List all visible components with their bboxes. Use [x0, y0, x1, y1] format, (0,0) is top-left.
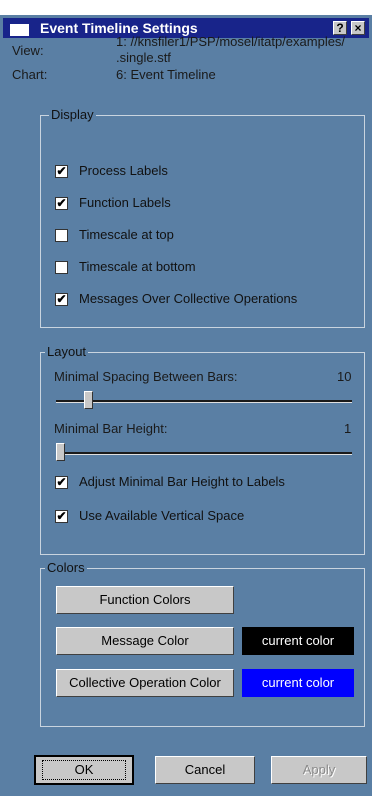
apply-button[interactable]: Apply: [271, 756, 367, 784]
timescale-top-label: Timescale at top: [79, 227, 174, 242]
chart-label: Chart:: [12, 67, 48, 82]
cancel-button[interactable]: Cancel: [155, 756, 255, 784]
function-labels-checkbox[interactable]: ✔: [55, 197, 68, 210]
view-value-line1: 1: //knsfiler1/PSP/mosel/itatp/examples/: [116, 34, 346, 49]
close-icon[interactable]: ×: [351, 21, 365, 35]
colors-legend: Colors: [45, 560, 87, 576]
bar-height-slider-track[interactable]: [56, 452, 352, 455]
bar-height-value: 1: [344, 421, 352, 436]
message-color-swatch: current color: [242, 627, 354, 655]
bar-height-slider-thumb[interactable]: [56, 443, 65, 461]
collective-color-swatch: current color: [242, 669, 354, 697]
message-color-button[interactable]: Message Color: [56, 627, 234, 655]
messages-collective-checkbox[interactable]: ✔: [55, 293, 68, 306]
ok-label: OK: [41, 760, 127, 780]
messages-collective-label: Messages Over Collective Operations: [79, 291, 298, 306]
spacing-slider-thumb[interactable]: [84, 391, 93, 409]
collective-color-button[interactable]: Collective Operation Color: [56, 669, 234, 697]
spacing-value: 10: [337, 369, 352, 384]
view-value-line2: .single.stf: [116, 50, 171, 65]
timescale-bottom-label: Timescale at bottom: [79, 259, 196, 274]
spacing-slider-track[interactable]: [56, 400, 352, 403]
spacing-label: Minimal Spacing Between Bars:: [54, 369, 238, 384]
function-labels-label: Function Labels: [79, 195, 171, 210]
display-legend: Display: [49, 107, 96, 123]
chart-value: 6: Event Timeline: [116, 67, 216, 82]
adjust-height-label: Adjust Minimal Bar Height to Labels: [79, 474, 285, 489]
adjust-height-checkbox[interactable]: ✔: [55, 476, 68, 489]
use-vertical-space-checkbox[interactable]: ✔: [55, 510, 68, 523]
layout-legend: Layout: [45, 344, 89, 360]
ok-button[interactable]: OK: [34, 755, 134, 785]
timescale-bottom-checkbox[interactable]: [55, 261, 68, 274]
view-label: View:: [12, 43, 44, 58]
bar-height-label: Minimal Bar Height:: [54, 421, 168, 436]
function-colors-button[interactable]: Function Colors: [56, 586, 234, 614]
settings-dialog: Event Timeline Settings ? × View: 1: //k…: [0, 15, 372, 796]
window-icon: [10, 24, 29, 36]
use-vertical-space-label: Use Available Vertical Space: [79, 508, 245, 523]
help-button[interactable]: ?: [333, 21, 347, 35]
process-labels-checkbox[interactable]: ✔: [55, 165, 68, 178]
timescale-top-checkbox[interactable]: [55, 229, 68, 242]
process-labels-label: Process Labels: [79, 163, 168, 178]
